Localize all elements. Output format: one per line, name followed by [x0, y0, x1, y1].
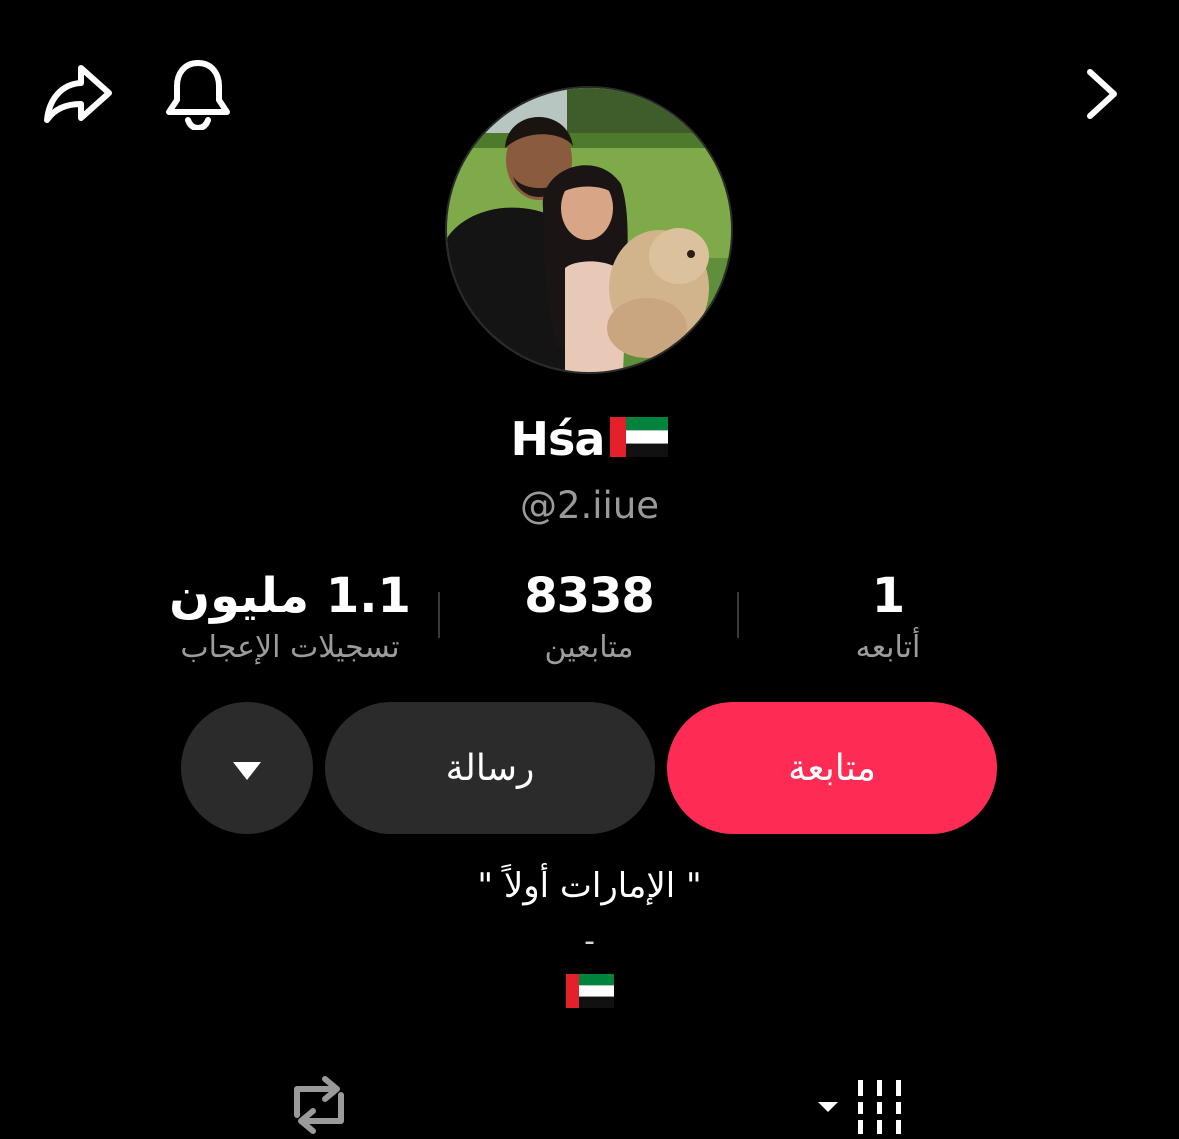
likes-stat: 1.1 مليون تسجيلات الإعجاب: [140, 566, 440, 668]
videos-tab[interactable]: [812, 1078, 908, 1139]
following-label: أتابعه: [855, 630, 921, 665]
avatar[interactable]: [445, 86, 733, 374]
uae-flag-icon: [565, 974, 614, 1012]
follow-button[interactable]: متابعة: [667, 702, 997, 834]
bio-separator: -: [584, 924, 595, 959]
repost-tab[interactable]: [282, 1074, 356, 1139]
following-count: 1: [871, 568, 905, 624]
following-stat[interactable]: 1 أتابعه: [738, 566, 1038, 668]
repost-icon: [285, 1075, 353, 1139]
bio-flag: [0, 974, 1179, 1012]
share-icon[interactable]: [38, 58, 116, 130]
bio-text: " الإمارات أولاً ": [477, 866, 702, 906]
grid-bars-icon: [814, 1078, 906, 1139]
display-name: Hśa: [510, 412, 606, 466]
display-name-row: Hśa: [0, 412, 1179, 466]
caret-down-icon: [233, 748, 261, 789]
likes-label: تسجيلات الإعجاب: [180, 630, 400, 665]
username-handle: @2.iiue: [519, 484, 660, 527]
bell-icon[interactable]: [160, 56, 236, 132]
profile-screen: Hśa @2.iiue 1.1 مليون تسجيلات الإعجاب 83…: [0, 0, 1179, 1139]
followers-label: متابعين: [544, 630, 634, 665]
followers-stat[interactable]: 8338 متابعين: [440, 566, 738, 668]
chevron-right-icon[interactable]: [1070, 58, 1134, 130]
more-options-button[interactable]: [181, 702, 313, 834]
likes-count: 1.1 مليون: [169, 568, 412, 624]
uae-flag-icon: [610, 417, 669, 461]
followers-count: 8338: [524, 568, 655, 624]
message-button[interactable]: رسالة: [325, 702, 655, 834]
